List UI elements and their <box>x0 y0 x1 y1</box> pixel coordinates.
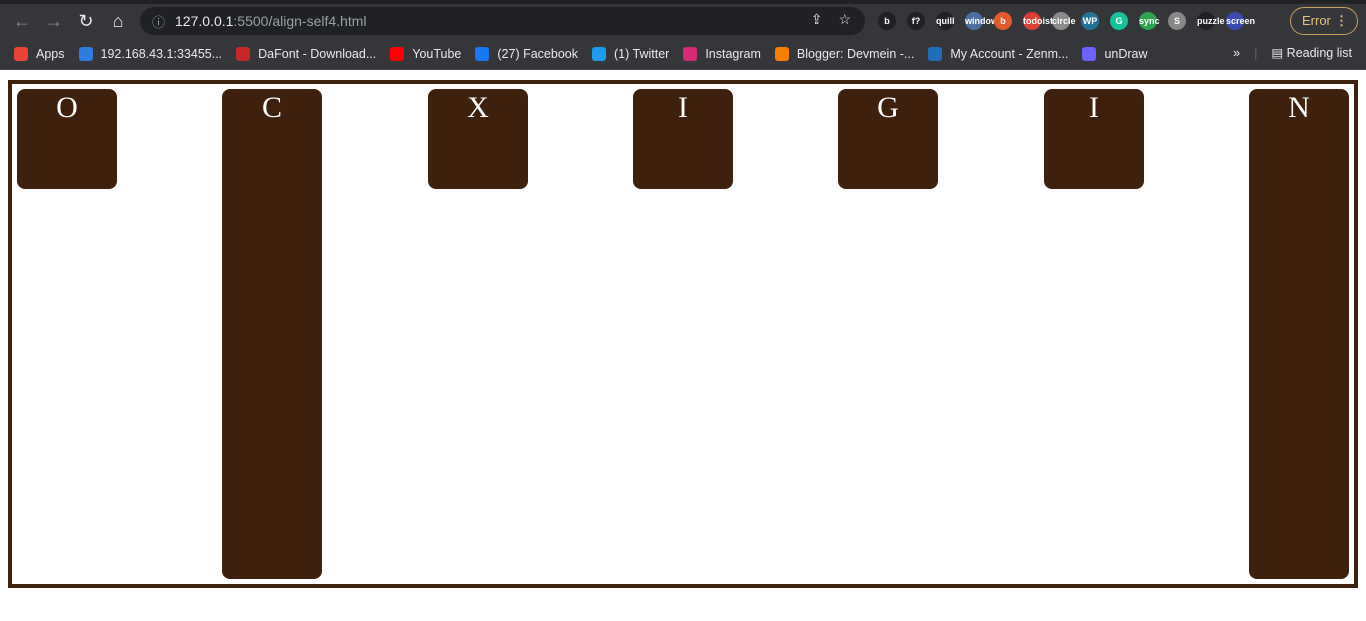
menu-kebab-icon[interactable]: ⋮ <box>1335 8 1348 34</box>
extension-icon[interactable]: screen <box>1226 12 1255 30</box>
url-path: :5500/align-self4.html <box>233 13 367 29</box>
url-host: 127.0.0.1 <box>175 13 234 29</box>
error-label: Error <box>1302 13 1331 28</box>
flex-item-n: N <box>1249 89 1349 579</box>
flex-item-o: O <box>17 89 117 189</box>
bookmark-label: Blogger: Devmein -... <box>796 46 915 61</box>
bookmark-label: (1) Twitter <box>613 46 670 61</box>
bookmark-label: Apps <box>36 46 65 61</box>
bookmark-label: YouTube <box>412 46 462 61</box>
reload-icon[interactable]: ↻ <box>70 11 102 32</box>
bookmark-item[interactable]: 192.168.43.1:33455... <box>78 46 223 61</box>
bookmark-item[interactable]: Instagram <box>683 46 761 61</box>
browser-toolbar: ← → ↻ ⌂ ⓘ 127.0.0.1:5500/align-self4.htm… <box>0 4 1366 38</box>
reading-list-label: Reading list <box>1286 46 1352 60</box>
bookmark-item[interactable]: (1) Twitter <box>591 46 670 61</box>
forward-icon[interactable]: → <box>38 11 70 32</box>
flex-item-g: G <box>838 89 938 189</box>
extension-icon[interactable]: f? <box>907 12 925 30</box>
instagram-icon <box>683 46 698 61</box>
facebook-icon <box>475 46 490 61</box>
flex-container: OCXIGIN <box>8 80 1358 588</box>
dafont-icon <box>236 46 251 61</box>
bookmark-label: unDraw <box>1104 46 1148 61</box>
address-bar[interactable]: ⓘ 127.0.0.1:5500/align-self4.html ⇪ ☆ <box>140 7 865 35</box>
bookmark-label: (27) Facebook <box>497 46 578 61</box>
bookmark-item[interactable]: My Account - Zenm... <box>928 46 1069 61</box>
share-icon[interactable]: ⇪ <box>811 11 823 28</box>
bookmark-label: 192.168.43.1:33455... <box>100 46 223 61</box>
reading-list-button[interactable]: ▤ Reading list <box>1271 45 1352 60</box>
flex-item-i: I <box>1044 89 1144 189</box>
bookmark-label: DaFont - Download... <box>258 46 377 61</box>
bookmark-label: My Account - Zenm... <box>950 46 1069 61</box>
bookmark-item[interactable]: YouTube <box>390 46 462 61</box>
extension-icon[interactable]: puzzle <box>1197 12 1225 30</box>
zenmate-shield-icon <box>928 46 943 61</box>
bookmark-item[interactable]: (27) Facebook <box>475 46 578 61</box>
bookmarks-bar: Apps 192.168.43.1:33455... DaFont - Downlo… <box>0 38 1366 70</box>
extension-icon[interactable]: circle <box>1052 12 1076 30</box>
xender-icon <box>78 46 93 61</box>
youtube-icon <box>390 46 405 61</box>
bookmark-item[interactable]: unDraw <box>1082 46 1148 61</box>
extension-icon[interactable]: G <box>1110 12 1128 30</box>
back-icon[interactable]: ← <box>6 11 38 32</box>
extension-icon[interactable]: b <box>878 12 896 30</box>
extension-icon[interactable]: todoist <box>1023 12 1053 30</box>
extension-icon[interactable]: WP <box>1081 12 1099 30</box>
bookmark-label: Instagram <box>705 46 761 61</box>
blogger-icon <box>774 46 789 61</box>
bookmark-item[interactable]: Apps <box>14 46 65 61</box>
flex-item-i: I <box>633 89 733 189</box>
site-info-icon[interactable]: ⓘ <box>152 12 165 31</box>
home-icon[interactable]: ⌂ <box>102 11 134 32</box>
extension-icon[interactable]: b <box>994 12 1012 30</box>
bookmark-star-icon[interactable]: ☆ <box>838 11 851 28</box>
extension-icon[interactable]: quill <box>936 12 955 30</box>
extension-icon[interactable]: window <box>965 12 998 30</box>
extension-icon[interactable]: sync <box>1139 12 1160 30</box>
error-profile-button[interactable]: Error ⋮ <box>1290 7 1358 35</box>
undraw-icon <box>1082 46 1097 61</box>
more-bookmarks-button[interactable]: » <box>1233 46 1240 60</box>
extension-icon[interactable]: S <box>1168 12 1186 30</box>
reading-list-icon: ▤ <box>1271 46 1284 60</box>
twitter-icon <box>591 46 606 61</box>
bookmark-item[interactable]: Blogger: Devmein -... <box>774 46 915 61</box>
flex-item-c: C <box>222 89 322 579</box>
flex-item-x: X <box>428 89 528 189</box>
extensions-area: b f? quill window b todoist circle WP Gsync Spuzz… <box>878 12 1255 30</box>
apps-grid-icon <box>14 46 28 61</box>
bookmark-item[interactable]: DaFont - Download... <box>236 46 377 61</box>
